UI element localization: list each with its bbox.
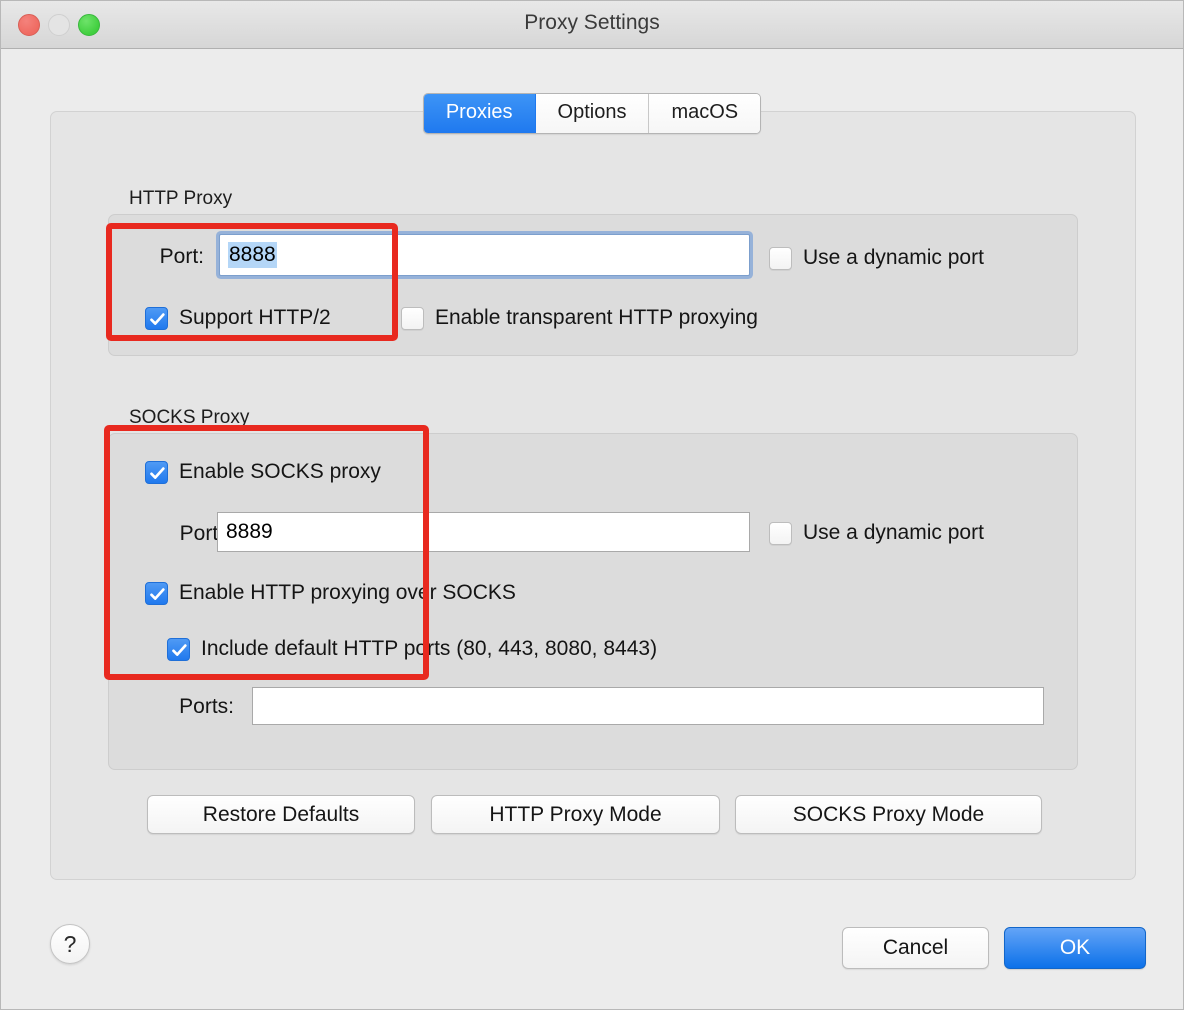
include-default-http-ports-label: Include default HTTP ports (80, 443, 808… [201,637,658,660]
include-default-http-ports-row[interactable]: Include default HTTP ports (80, 443, 808… [167,637,657,661]
transparent-http-proxying-label: Enable transparent HTTP proxying [435,306,758,329]
http-dynamic-port-checkbox[interactable] [769,246,792,270]
socks-ports-input[interactable] [252,687,1044,725]
checkmark-icon [172,643,187,656]
tab-proxies[interactable]: Proxies [423,94,536,133]
enable-socks-proxy-label: Enable SOCKS proxy [179,460,381,483]
checkmark-icon [150,312,165,325]
enable-socks-proxy-checkbox[interactable] [145,460,168,484]
tab-options[interactable]: Options [535,94,650,133]
transparent-http-proxying-checkbox[interactable] [401,306,424,330]
window-titlebar: Proxy Settings [1,1,1183,49]
http-port-label: Port: [159,245,204,268]
http-port-value: 8888 [228,242,277,268]
enable-socks-proxy-row[interactable]: Enable SOCKS proxy [145,460,381,484]
http-over-socks-label: Enable HTTP proxying over SOCKS [179,581,516,604]
tab-bar: Proxies Options macOS [1,93,1183,134]
http-dynamic-port-row[interactable]: Use a dynamic port [769,246,984,270]
segmented-control: Proxies Options macOS [422,93,762,134]
tab-macos[interactable]: macOS [649,94,761,133]
restore-defaults-button[interactable]: Restore Defaults [147,795,415,834]
http-proxy-mode-button[interactable]: HTTP Proxy Mode [431,795,720,834]
help-button[interactable]: ? [50,924,90,964]
checkmark-icon [150,587,165,600]
include-default-http-ports-checkbox[interactable] [167,637,190,661]
socks-port-label: Port: [179,522,224,545]
http-port-input[interactable]: 8888 [219,234,750,276]
socks-ports-label: Ports: [179,695,234,718]
ok-button[interactable]: OK [1004,927,1146,969]
transparent-http-proxying-row[interactable]: Enable transparent HTTP proxying [401,306,758,330]
socks-dynamic-port-row[interactable]: Use a dynamic port [769,521,984,545]
http-dynamic-port-label: Use a dynamic port [803,246,984,269]
socks-proxy-mode-button[interactable]: SOCKS Proxy Mode [735,795,1042,834]
window-title: Proxy Settings [524,11,660,34]
http-over-socks-checkbox[interactable] [145,581,168,605]
socks-port-value: 8889 [226,520,273,543]
http-over-socks-row[interactable]: Enable HTTP proxying over SOCKS [145,581,516,605]
proxy-settings-window: Proxy Settings Proxies Options macOS HTT… [0,0,1184,1010]
socks-dynamic-port-label: Use a dynamic port [803,521,984,544]
socks-dynamic-port-checkbox[interactable] [769,521,792,545]
socks-proxy-group-label: SOCKS Proxy [129,407,250,428]
cancel-button[interactable]: Cancel [842,927,989,969]
support-http2-checkbox[interactable] [145,306,168,330]
support-http2-row[interactable]: Support HTTP/2 [145,306,331,330]
checkmark-icon [150,466,165,479]
http-proxy-group-label: HTTP Proxy [129,188,233,209]
socks-port-input[interactable]: 8889 [217,512,750,552]
support-http2-label: Support HTTP/2 [179,306,331,329]
